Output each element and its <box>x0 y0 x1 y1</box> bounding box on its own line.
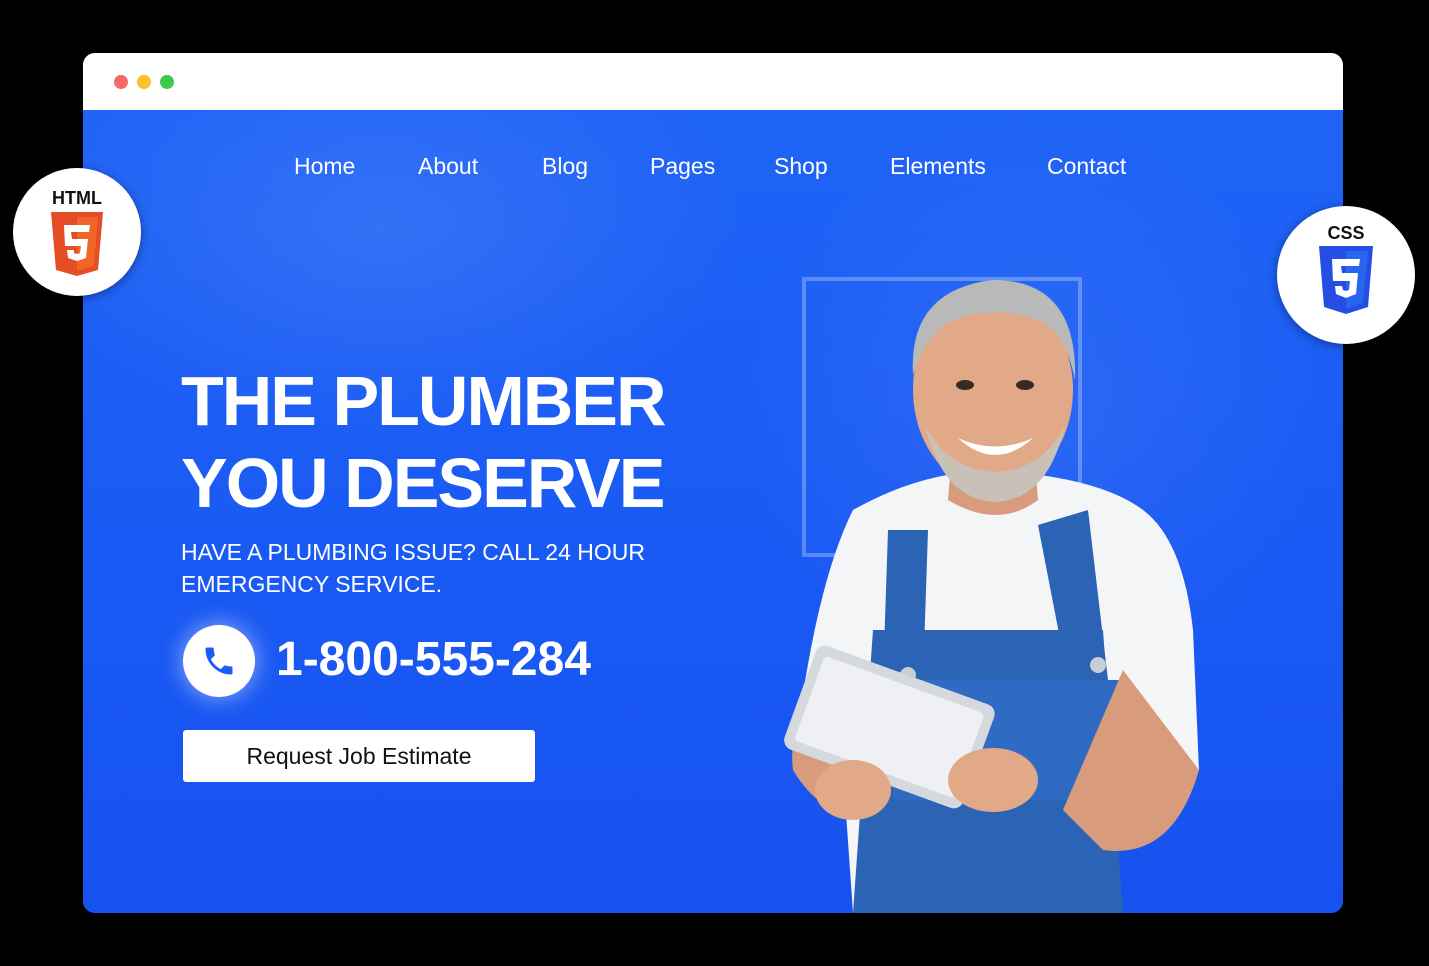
minimize-window-dot[interactable] <box>137 75 151 89</box>
nav-item-contact[interactable]: Contact <box>1047 153 1126 180</box>
phone-number[interactable]: 1-800-555-284 <box>276 630 591 690</box>
close-window-dot[interactable] <box>114 75 128 89</box>
nav-item-shop[interactable]: Shop <box>774 153 828 180</box>
browser-titlebar <box>83 53 1343 110</box>
subtext-line-2: EMERGENCY SERVICE. <box>181 571 443 597</box>
css-badge: CSS <box>1277 206 1415 344</box>
nav-item-elements[interactable]: Elements <box>890 153 986 180</box>
html5-icon <box>51 212 103 276</box>
headline-line-2: YOU DESERVE <box>181 444 665 522</box>
html-badge-label: HTML <box>52 188 102 208</box>
nav-item-blog[interactable]: Blog <box>542 153 588 180</box>
css-badge-label: CSS <box>1327 223 1365 243</box>
css3-icon <box>1319 246 1373 314</box>
maximize-window-dot[interactable] <box>160 75 174 89</box>
hero-subtext: HAVE A PLUMBING ISSUE? CALL 24 HOUR EMER… <box>181 536 681 600</box>
nav-item-about[interactable]: About <box>418 153 478 180</box>
hero-headline: THE PLUMBER YOU DESERVE <box>181 360 667 524</box>
subtext-line-1: HAVE A PLUMBING ISSUE? CALL 24 HOUR <box>181 539 645 565</box>
nav-item-home[interactable]: Home <box>294 153 355 180</box>
hero-section: Home About Blog Pages Shop Elements Cont… <box>83 110 1343 913</box>
main-nav: Home About Blog Pages Shop Elements Cont… <box>83 153 1343 183</box>
request-job-estimate-button[interactable]: Request Job Estimate <box>183 730 535 782</box>
browser-window: Home About Blog Pages Shop Elements Cont… <box>83 53 1343 913</box>
phone-icon[interactable] <box>183 625 255 697</box>
nav-item-pages[interactable]: Pages <box>650 153 715 180</box>
headline-line-1: THE PLUMBER <box>181 362 667 440</box>
html-badge: HTML <box>13 168 141 296</box>
plumber-photo <box>784 280 1199 913</box>
